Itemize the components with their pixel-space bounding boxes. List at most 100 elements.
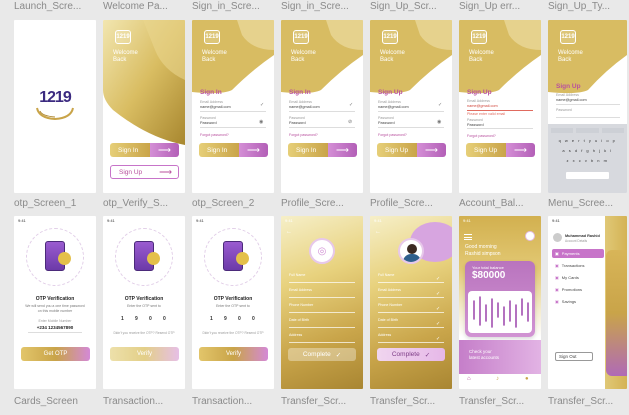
sign-out-button[interactable]: Sign Out [555,352,593,361]
keyboard-row-3[interactable]: z x c v b n m [550,158,625,163]
frame-label[interactable]: Sign_in_Scre... [192,1,276,12]
complete-button[interactable]: Complete ✓ [377,348,445,361]
frame-label[interactable]: Account_Bal... [459,198,543,209]
back-arrow-icon[interactable]: ← [286,229,292,235]
frame-label[interactable]: otp_Screen_2 [192,198,276,209]
sign-in-button[interactable]: Sign In ⟶ [110,143,179,157]
frame-label[interactable]: Transfer_Scr... [370,396,454,407]
sign-in-screen-frame[interactable]: 1219 Welcome Back Sign In Email Address … [192,20,274,193]
password-field[interactable]: Password [289,121,306,125]
menu-item-cards[interactable]: ▣ My Cards [552,273,604,282]
menu-item-promotions[interactable]: ▣ Promotions [552,285,604,294]
avatar[interactable] [398,238,424,264]
forgot-password-link[interactable]: Forgot password? [200,133,229,137]
forgot-password-link[interactable]: Forgot password? [378,133,407,137]
camera-icon[interactable]: ◎ [309,238,335,264]
sign-up-error-frame[interactable]: 1219 Welcome Back Sign Up Email Address … [459,20,541,193]
phone-field[interactable]: +234 1234567890 [22,325,88,330]
otp-screen-2-frame[interactable]: 9:41 OTP Verification Enter the OTP sent… [192,216,274,389]
input-line[interactable] [289,327,355,328]
space-key[interactable] [566,172,609,179]
frame-label[interactable]: Transfer_Scr... [459,396,543,407]
otp-digit[interactable]: 1 [121,316,124,322]
input-line[interactable] [289,297,355,298]
profile-screen-2-frame[interactable]: 9:41 ← Full Name ✓ Email Address ✓ Phone… [370,216,452,389]
input-line[interactable] [289,312,355,313]
frame-label[interactable]: Sign_Up_Scr... [370,1,454,12]
frame-label[interactable]: Sign_Up err... [459,1,543,12]
keyboard-row-2[interactable]: a s d f g h j k l [550,148,625,153]
bell-icon[interactable]: ♪ [496,376,499,382]
otp-digit[interactable]: 0 [149,316,152,322]
menu-screen-frame[interactable]: 9:41 Muhammad Rashid Account Details ▣ P… [548,216,627,389]
otp-digit[interactable]: 9 [224,316,227,322]
frame-label[interactable]: Transfer_Scr... [548,396,629,407]
verify-button[interactable]: Verify [110,347,179,361]
keyboard[interactable]: q w e r t y u i o p a s d f g h j k l z … [548,124,627,193]
complete-button[interactable]: Complete ✓ [288,348,356,361]
balance-card[interactable]: Your total balance $80000 [465,261,535,337]
input-line[interactable] [289,342,355,343]
password-field[interactable]: Password [378,121,395,125]
otp-digit[interactable]: 1 [210,316,213,322]
otp-digit[interactable]: 0 [238,316,241,322]
sign-in-button[interactable]: Sign In ⟶ [199,143,268,157]
sign-in-screen-2-frame[interactable]: 1219 Welcome Back Sign In Email Address … [281,20,363,193]
frame-label[interactable]: Menu_Scree... [548,198,629,209]
sign-up-button[interactable]: Sign Up ⟶ [377,143,446,157]
menu-item-transactions[interactable]: ▣ Transactions [552,261,604,270]
sign-in-button[interactable]: Sign In ⟶ [288,143,357,157]
input-line[interactable] [378,327,444,328]
sign-up-button[interactable]: Sign Up ⟶ [110,165,179,179]
frame-label[interactable]: otp_Screen_1 [14,198,98,209]
account-balance-frame[interactable]: 9:41 Good morning Rashid simpson Your to… [459,216,541,389]
password-field[interactable]: Password [200,121,217,125]
get-otp-button[interactable]: Get OTP [21,347,90,361]
input-line[interactable] [289,282,355,283]
input-line[interactable] [378,312,444,313]
frame-label[interactable]: Transfer_Scr... [281,396,365,407]
otp-verify-frame[interactable]: 9:41 OTP Verification Enter the OTP sent… [103,216,185,389]
input-line[interactable] [378,297,444,298]
promo-banner[interactable]: Check your latest accounts [459,340,541,374]
profile-screen-frame[interactable]: 9:41 ← ◎ Full Name Email Address Phone N… [281,216,363,389]
frame-label[interactable]: Cards_Screen [14,396,98,407]
frame-label[interactable]: Sign_Up_Ty... [548,1,629,12]
otp-digit[interactable]: 0 [163,316,166,322]
frame-label[interactable]: Transaction... [192,396,276,407]
eye-icon[interactable]: ◉ [259,119,263,125]
email-field[interactable]: name@gmail.com [556,98,587,102]
resend-link[interactable]: Didn't you receive the OTP? Resend OTP [198,331,268,335]
launch-screen-frame[interactable]: 1219 [14,20,96,193]
email-field[interactable]: name@gmail.com [467,104,498,108]
menu-item-savings[interactable]: ▣ Savings [552,297,604,306]
frame-label[interactable]: otp_Verify_S... [103,198,187,209]
otp-digit[interactable]: 0 [252,316,255,322]
avatar[interactable] [553,233,562,242]
password-field[interactable]: Password [467,123,484,127]
input-line[interactable] [378,342,444,343]
email-field[interactable]: name@gmail.com [200,105,231,109]
frame-label[interactable]: Welcome Pa... [103,1,187,12]
menu-item-payments[interactable]: ▣ Payments [552,249,604,258]
email-field[interactable]: name@gmail.com [378,105,409,109]
welcome-screen-frame[interactable]: 1219 Welcome Back Sign In ⟶ Sign Up ⟶ [103,20,185,193]
home-icon[interactable]: ⌂ [467,376,471,382]
sign-up-typing-frame[interactable]: 1219 Welcome Back Sign Up Email Address … [548,20,627,193]
email-field[interactable]: name@gmail.com [289,105,320,109]
frame-label[interactable]: Launch_Scre... [14,1,98,12]
input-line[interactable] [378,282,444,283]
resend-link[interactable]: Didn't you receive the OTP? Resend OTP [109,331,179,335]
sign-up-screen-frame[interactable]: 1219 Welcome Back Sign Up Email Address … [370,20,452,193]
verify-button[interactable]: Verify [199,347,268,361]
avatar[interactable] [525,231,535,241]
back-arrow-icon[interactable]: ← [375,229,381,235]
otp-digit[interactable]: 9 [135,316,138,322]
forgot-password-link[interactable]: Forgot password? [289,133,318,137]
otp-screen-1-frame[interactable]: 9:41 OTP Verification We will send you a… [14,216,96,389]
keyboard-row-1[interactable]: q w e r t y u i o p [550,138,625,143]
eye-off-icon[interactable]: ⊘ [348,119,352,125]
frame-label[interactable]: Profile_Scre... [370,198,454,209]
profile-icon[interactable]: ● [525,376,529,382]
forgot-password-link[interactable]: Forgot password? [467,134,496,138]
